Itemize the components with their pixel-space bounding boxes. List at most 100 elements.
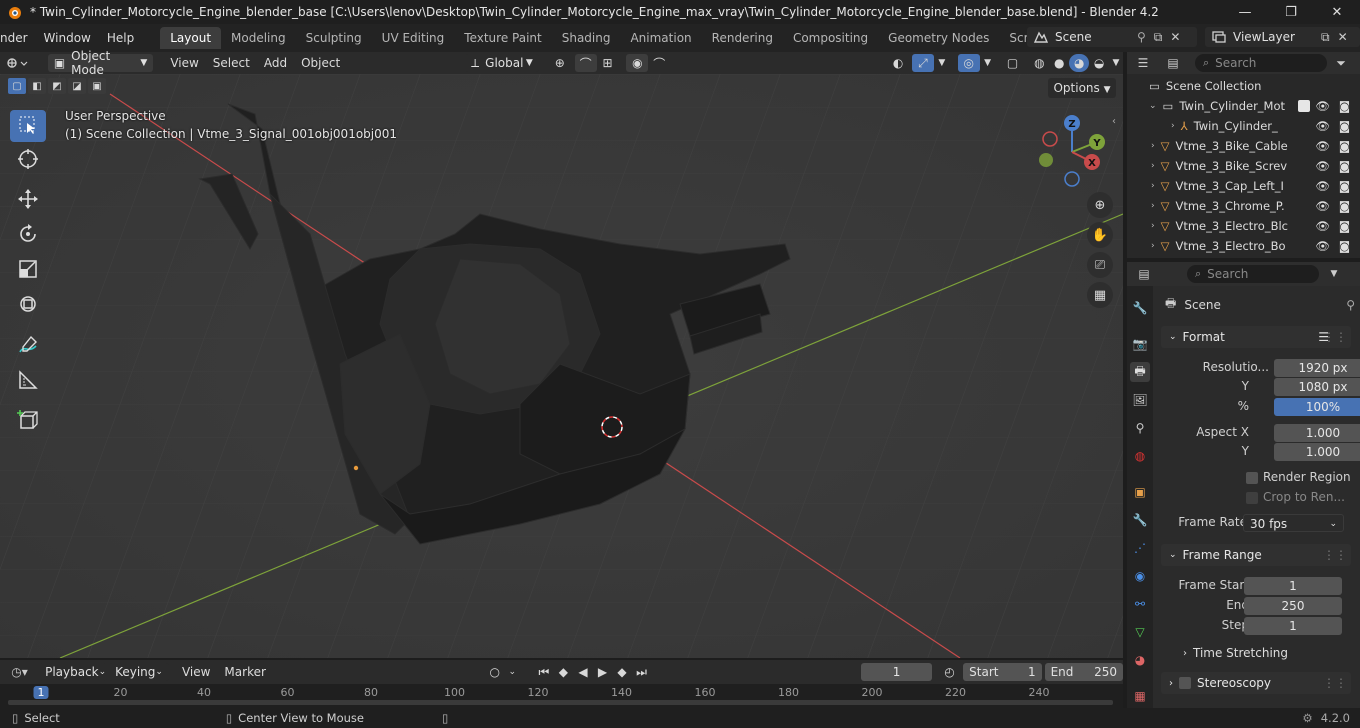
timeline-view-menu[interactable]: View	[175, 665, 217, 679]
rendered-shading-icon[interactable]: ◒	[1089, 56, 1109, 70]
new-scene-icon[interactable]: ⧉	[1154, 30, 1163, 45]
menu-object[interactable]: Object	[294, 56, 347, 70]
properties-search[interactable]: ⌕ Search	[1187, 265, 1319, 283]
measure-tool[interactable]	[10, 365, 46, 397]
close-button[interactable]: ✕	[1314, 0, 1360, 24]
render-region-checkbox[interactable]	[1246, 472, 1258, 484]
snap-icon[interactable]: ⌒	[574, 54, 597, 72]
frame-end-field[interactable]: 250	[1244, 597, 1342, 615]
tab-geometry-nodes[interactable]: Geometry Nodes	[878, 27, 999, 49]
tab-animation[interactable]: Animation	[620, 27, 701, 49]
resolution-y-field[interactable]: 1080 px	[1274, 378, 1360, 396]
render-tab-icon[interactable]: 📷	[1130, 334, 1150, 354]
frame-step-field[interactable]: 1	[1244, 617, 1342, 635]
time-stretching-subpanel[interactable]: › Time Stretching	[1183, 646, 1288, 660]
wireframe-shading-icon[interactable]: ◍	[1029, 56, 1049, 70]
camera-icon[interactable]: ◙	[1339, 219, 1350, 233]
stopwatch-icon[interactable]: ◴	[938, 665, 961, 679]
select-invert-icon[interactable]: ◪	[68, 78, 86, 94]
jump-end-icon[interactable]: ⏭	[632, 665, 652, 680]
pivot-point-icon[interactable]: ⊕	[545, 56, 575, 70]
chevron-down-icon[interactable]: ▼	[980, 58, 996, 68]
tab-texture-paint[interactable]: Texture Paint	[454, 27, 551, 49]
menu-view[interactable]: View	[163, 56, 205, 70]
pin-icon[interactable]: ⚲	[1346, 298, 1355, 312]
chevron-down-icon[interactable]: ⌄	[504, 667, 520, 677]
tab-sculpting[interactable]: Sculpting	[296, 27, 372, 49]
tool-tab-icon[interactable]: 🔧	[1130, 298, 1150, 318]
pin-icon[interactable]: ⚲	[1137, 30, 1146, 44]
transform-orientation-dropdown[interactable]: ⟂ Global ▼	[465, 54, 539, 72]
select-intersect-icon[interactable]: ▣	[88, 78, 106, 94]
tab-modeling[interactable]: Modeling	[221, 27, 296, 49]
timeline-ruler[interactable]: 1 20 40 60 80 100 120 140 160 180 200 220 240	[0, 684, 1123, 708]
outliner-row[interactable]: › ⅄ Twin_Cylinder_ 👁 ◙	[1127, 116, 1360, 136]
resolution-percent-field[interactable]: 100%	[1274, 398, 1360, 416]
prev-keyframe-icon[interactable]: ◆	[554, 665, 574, 679]
camera-icon[interactable]: ◙	[1339, 139, 1350, 153]
camera-view-button[interactable]: ⎚	[1087, 252, 1113, 278]
playback-menu[interactable]: Playback ⌄	[39, 663, 108, 681]
camera-icon[interactable]: ◙	[1339, 239, 1350, 253]
constraints-tab-icon[interactable]: ⚯	[1130, 594, 1150, 614]
chevron-down-icon[interactable]: ▼	[1109, 58, 1123, 68]
options-dropdown[interactable]: Options ▼	[1048, 78, 1116, 98]
filter-icon[interactable]: ⏷	[1327, 56, 1355, 71]
solid-shading-icon[interactable]: ●	[1049, 56, 1069, 70]
outliner-row[interactable]: › ▽ Vtme_3_Bike_Cable 👁 ◙	[1127, 136, 1360, 156]
select-subtract-icon[interactable]: ◩	[48, 78, 66, 94]
keying-menu[interactable]: Keying ⌄	[109, 663, 169, 681]
outliner-row[interactable]: › ▽ Vtme_3_Bike_Screv 👁 ◙	[1127, 156, 1360, 176]
annotate-tool[interactable]	[10, 330, 46, 362]
frame-range-panel-header[interactable]: ⌄ Frame Range ⋮⋮	[1161, 544, 1351, 566]
camera-icon[interactable]: ◙	[1339, 119, 1350, 133]
chevron-down-icon[interactable]: ▼	[934, 58, 950, 68]
outliner-scene-collection[interactable]: ▭ Scene Collection	[1127, 76, 1360, 96]
delete-view-layer-icon[interactable]: ✕	[1338, 30, 1348, 44]
editor-type-icon[interactable]	[0, 56, 34, 70]
timeline-marker-menu[interactable]: Marker	[217, 665, 272, 679]
object-mode-dropdown[interactable]: ▣ Object Mode ▼	[47, 49, 154, 77]
eye-icon[interactable]: 👁	[1315, 219, 1330, 233]
menu-render[interactable]: nder	[0, 24, 36, 52]
tab-layout[interactable]: Layout	[160, 27, 222, 49]
minimize-button[interactable]: —	[1222, 0, 1268, 24]
frame-start-field[interactable]: 1	[1244, 577, 1342, 595]
eye-icon[interactable]: 👁	[1315, 119, 1330, 133]
select-box-tool[interactable]	[10, 110, 46, 142]
next-keyframe-icon[interactable]: ◆	[612, 665, 632, 679]
aspect-x-field[interactable]: 1.000	[1274, 424, 1360, 442]
zoom-button[interactable]: ⊕	[1087, 192, 1113, 218]
transform-tool[interactable]	[10, 289, 46, 321]
gizmo-toggle-icon[interactable]: ⤢	[912, 54, 934, 72]
outliner-editor-icon[interactable]: ☰	[1127, 56, 1159, 70]
aspect-y-field[interactable]: 1.000	[1274, 443, 1360, 461]
outliner-row[interactable]: › ▽ Vtme_3_Cap_Left_I 👁 ◙	[1127, 176, 1360, 196]
outliner-row[interactable]: › ▽ Vtme_3_Chrome_P. 👁 ◙	[1127, 196, 1360, 216]
menu-help[interactable]: Help	[99, 24, 142, 52]
select-extend-icon[interactable]: ◧	[28, 78, 46, 94]
texture-tab-icon[interactable]: ▦	[1130, 686, 1150, 706]
camera-icon[interactable]: ◙	[1339, 199, 1350, 213]
current-frame-field[interactable]: 1	[861, 663, 932, 681]
snap-target-icon[interactable]: ⊞	[597, 56, 619, 70]
visibility-toggle-icon[interactable]: ◐	[884, 56, 912, 70]
tab-rendering[interactable]: Rendering	[702, 27, 783, 49]
proportional-edit-icon[interactable]: ◉	[626, 54, 649, 72]
outliner-row[interactable]: ⌄ ▭ Twin_Cylinder_Mot 👁 ◙	[1127, 96, 1360, 116]
record-icon[interactable]: ○	[485, 665, 505, 679]
outliner-row[interactable]: › ▽ Vtme_3_Electro_Bo 👁 ◙	[1127, 236, 1360, 256]
menu-window[interactable]: Window	[36, 24, 99, 52]
camera-icon[interactable]: ◙	[1339, 99, 1350, 113]
play-reverse-icon[interactable]: ◀	[573, 665, 593, 679]
delete-scene-icon[interactable]: ✕	[1170, 30, 1180, 44]
drag-handle-icon[interactable]: ⋮⋮	[1323, 330, 1347, 344]
eye-icon[interactable]: 👁	[1315, 239, 1330, 253]
tab-compositing[interactable]: Compositing	[783, 27, 878, 49]
end-frame-field[interactable]: End 250	[1044, 663, 1124, 681]
drag-handle-icon[interactable]: ⋮⋮	[1323, 676, 1347, 690]
crop-checkbox[interactable]	[1246, 492, 1258, 504]
timeline-editor-icon[interactable]: ◷▾	[0, 665, 39, 679]
tab-uv-editing[interactable]: UV Editing	[372, 27, 455, 49]
navigation-gizmo[interactable]: Z Y X	[1030, 112, 1114, 190]
